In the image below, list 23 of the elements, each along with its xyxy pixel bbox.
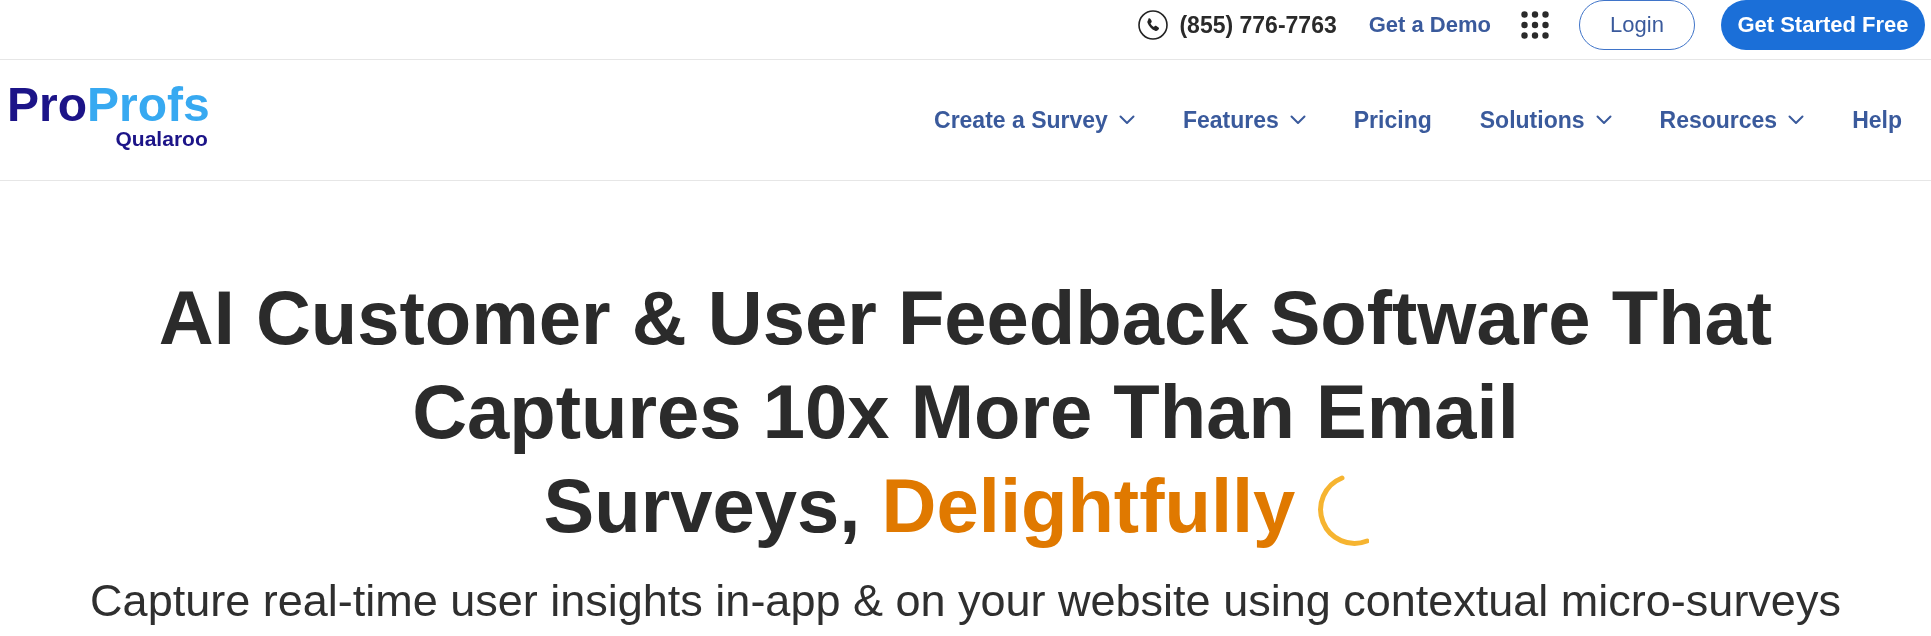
- nav-link[interactable]: Create a Survey: [934, 106, 1135, 134]
- nav-link[interactable]: Help: [1852, 106, 1902, 134]
- demo-link[interactable]: Get a Demo: [1368, 12, 1491, 38]
- nav-link[interactable]: Solutions: [1479, 106, 1612, 134]
- headline-line: Captures 10x More Than Email: [412, 368, 1519, 456]
- get-started-button[interactable]: Get Started Free: [1721, 0, 1925, 50]
- login-button[interactable]: Login: [1579, 0, 1695, 50]
- phone-number: (855) 776-7763: [1179, 11, 1337, 39]
- logo-product-name: Qualaroo: [115, 128, 208, 150]
- headline-line: Surveys, Delightfully: [543, 462, 1296, 550]
- chevron-down-icon: [1289, 115, 1306, 125]
- logo-wordmark[interactable]: ProProfs: [7, 82, 210, 128]
- chevron-down-icon: [1788, 115, 1805, 125]
- chevron-down-icon: [1595, 115, 1612, 125]
- chevron-down-icon: [1118, 115, 1135, 125]
- headline-line: AI Customer & User Feedback Software That: [158, 274, 1773, 362]
- phone-icon: [1138, 10, 1169, 40]
- nav-link[interactable]: Pricing: [1353, 106, 1432, 134]
- nav-link[interactable]: Resources: [1659, 106, 1805, 134]
- nav-link[interactable]: Features: [1182, 106, 1306, 134]
- subtitle: Capture real-time user insights in-app & on your website using contextual micro-surveys: [89, 575, 1842, 627]
- spinner-icon: [1317, 474, 1370, 546]
- apps-grid-icon[interactable]: [1521, 11, 1549, 39]
